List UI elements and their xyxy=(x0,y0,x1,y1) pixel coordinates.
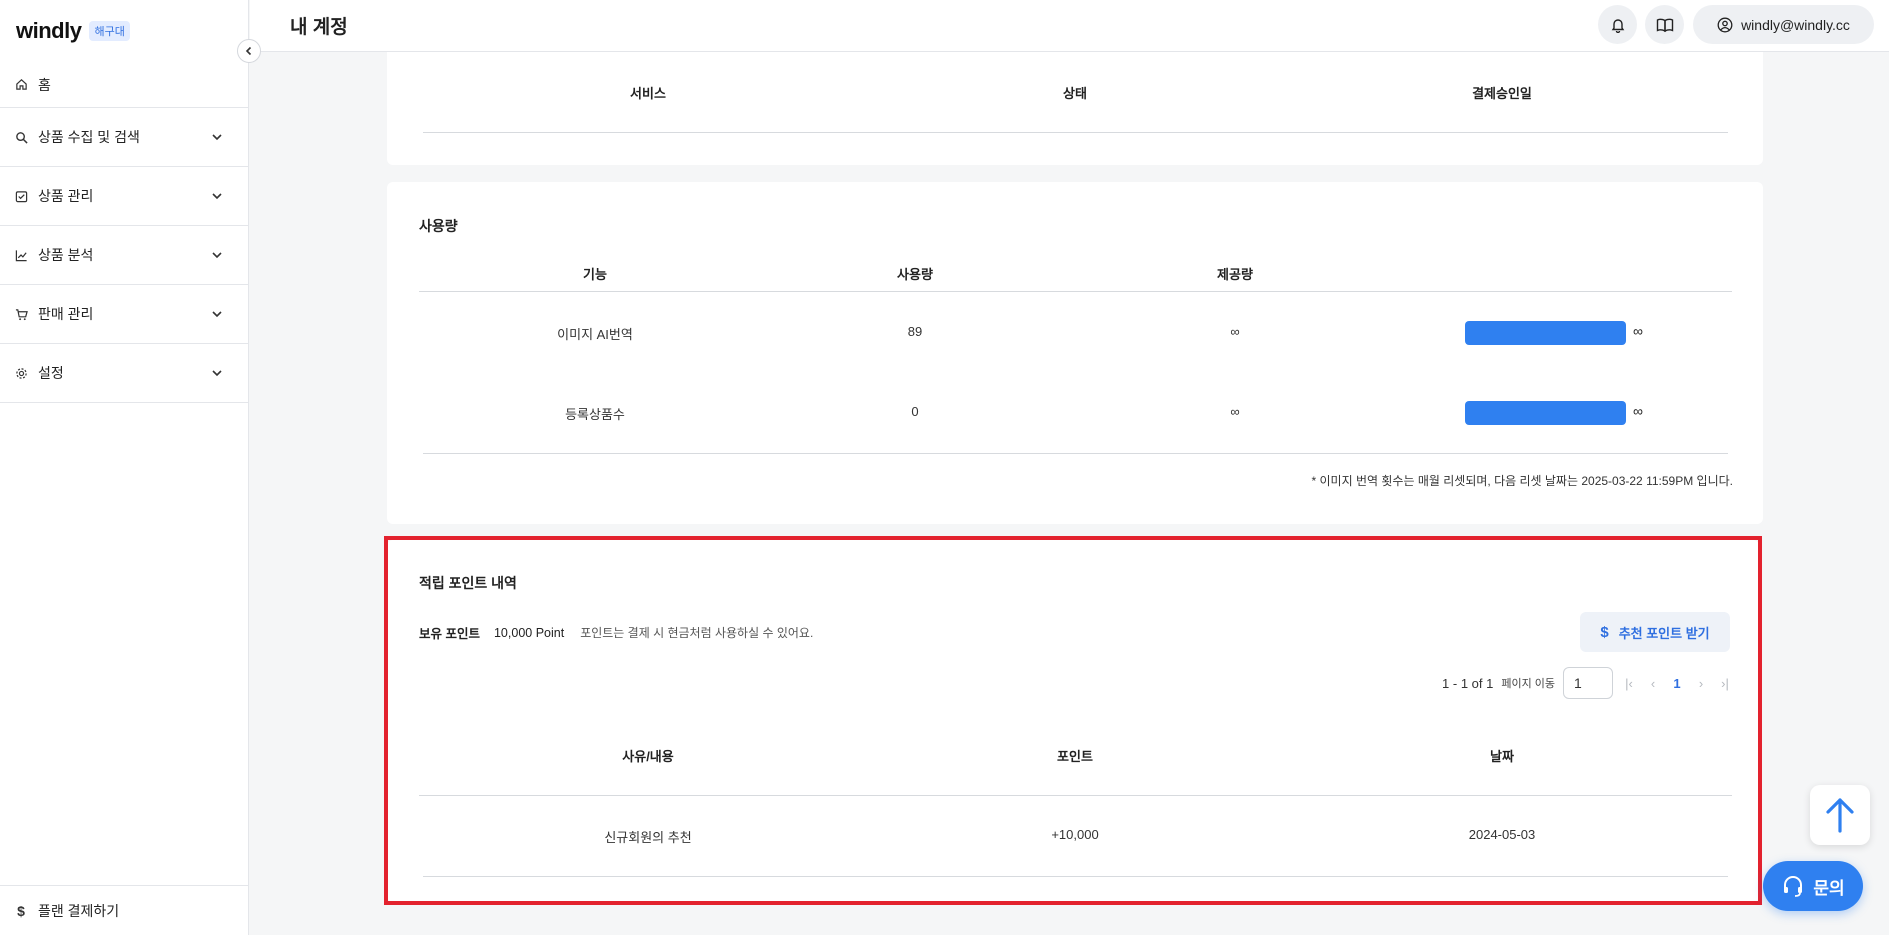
column-header-status: 상태 xyxy=(1063,86,1087,101)
reason-cell: 신규회원의 추천 xyxy=(604,830,692,845)
inquiry-label: 문의 xyxy=(1813,878,1845,898)
logo-badge: 해구대 xyxy=(89,21,130,41)
point-cell: +10,000 xyxy=(1051,827,1099,842)
sidebar: windly 해구대 홈 상품 수집 및 검색 상품 관리 상품 분석 판매 관… xyxy=(0,0,249,935)
sidebar-item-home[interactable]: 홈 xyxy=(0,62,248,108)
bell-icon xyxy=(1611,18,1624,33)
next-page-icon[interactable]: › xyxy=(1693,676,1709,691)
feature-name: 등록상품수 xyxy=(565,407,625,422)
chart-icon xyxy=(14,248,28,262)
sidebar-item-label: 판매 관리 xyxy=(38,306,94,322)
logo-row: windly 해구대 xyxy=(0,0,248,62)
inquiry-button[interactable]: 문의 xyxy=(1763,861,1863,911)
divider xyxy=(423,876,1728,877)
notification-button[interactable] xyxy=(1598,5,1637,44)
chevron-left-icon xyxy=(245,46,252,56)
usage-progress-bar xyxy=(1465,401,1626,425)
used-value: 0 xyxy=(911,404,919,419)
date-cell: 2024-05-03 xyxy=(1468,827,1536,842)
logo[interactable]: windly xyxy=(16,18,82,44)
prev-page-icon[interactable]: ‹ xyxy=(1645,676,1661,691)
chevron-down-icon xyxy=(210,366,224,380)
sidebar-item-sales-management[interactable]: 판매 관리 xyxy=(0,285,248,344)
search-icon xyxy=(14,130,28,144)
subscription-card: 서비스 상태 결제승인일 xyxy=(387,52,1763,165)
guide-button[interactable] xyxy=(1645,5,1684,44)
column-header-used: 사용량 xyxy=(897,267,933,282)
pagination: 1 - 1 of 1 페이지 이동 1 |‹ ‹ 1 › ›| xyxy=(1442,667,1733,699)
referral-points-button[interactable]: $ 추천 포인트 받기 xyxy=(1580,612,1730,652)
provided-value: ∞ xyxy=(1230,404,1240,419)
cart-icon xyxy=(14,307,28,321)
goto-page-input[interactable]: 1 xyxy=(1563,667,1613,699)
home-icon xyxy=(14,78,28,92)
arrow-up-icon xyxy=(1826,798,1854,833)
user-circle-icon xyxy=(1717,17,1733,32)
sidebar-item-label: 상품 관리 xyxy=(38,188,94,204)
sidebar-item-label: 상품 분석 xyxy=(38,247,94,263)
sidebar-item-settings[interactable]: 설정 xyxy=(0,344,248,403)
page-title: 내 계정 xyxy=(290,17,348,38)
usage-limit-label: ∞ xyxy=(1633,323,1643,339)
account-button[interactable]: windly@windly.cc xyxy=(1693,5,1874,44)
holding-points-value: 10,000 Point xyxy=(493,625,565,640)
usage-card: 사용량 기능 사용량 제공량 이미지 AI번역 89 ∞ ∞ 등록상품수 0 ∞… xyxy=(387,182,1763,524)
user-email: windly@windly.cc xyxy=(1741,16,1850,33)
referral-points-label: 추천 포인트 받기 xyxy=(1618,625,1710,641)
divider xyxy=(419,291,1732,292)
chevron-down-icon xyxy=(210,189,224,203)
sidebar-item-label: 플랜 결제하기 xyxy=(38,902,120,919)
gear-icon xyxy=(14,366,28,380)
usage-progress-bar xyxy=(1465,321,1626,345)
current-page[interactable]: 1 xyxy=(1669,676,1685,691)
goto-page-label: 페이지 이동 xyxy=(1501,678,1555,690)
points-title: 적립 포인트 내역 xyxy=(419,575,517,591)
column-header-provided: 제공량 xyxy=(1217,267,1253,282)
last-page-icon[interactable]: ›| xyxy=(1717,676,1733,691)
sidebar-item-product-management[interactable]: 상품 관리 xyxy=(0,167,248,226)
divider xyxy=(423,453,1728,454)
column-header-points: 포인트 xyxy=(1057,749,1093,764)
chevron-down-icon xyxy=(210,130,224,144)
checklist-icon xyxy=(14,189,28,203)
column-header-reason: 사유/내용 xyxy=(622,749,674,764)
sidebar-item-plan-payment[interactable]: $ 플랜 결제하기 xyxy=(0,885,249,935)
pagination-range: 1 - 1 of 1 xyxy=(1442,675,1494,691)
column-header-feature: 기능 xyxy=(583,267,607,282)
points-summary: 보유 포인트 10,000 Point 포인트는 결제 시 현금처럼 사용하실 … xyxy=(419,623,813,642)
chevron-down-icon xyxy=(210,248,224,262)
provided-value: ∞ xyxy=(1230,324,1240,339)
book-icon xyxy=(1656,18,1673,32)
sidebar-item-product-search[interactable]: 상품 수집 및 검색 xyxy=(0,108,248,167)
sidebar-item-label: 홈 xyxy=(38,76,51,93)
first-page-icon[interactable]: |‹ xyxy=(1621,676,1637,691)
column-header-date: 날짜 xyxy=(1490,749,1514,764)
dollar-icon: $ xyxy=(17,902,25,919)
chevron-down-icon xyxy=(210,307,224,321)
column-header-approval-date: 결제승인일 xyxy=(1472,86,1532,101)
headset-icon xyxy=(1784,876,1803,897)
sidebar-item-label: 설정 xyxy=(38,365,64,381)
top-header: 내 계정 windly@windly.cc xyxy=(250,0,1889,52)
sidebar-item-product-analysis[interactable]: 상품 분석 xyxy=(0,226,248,285)
points-hint: 포인트는 결제 시 현금처럼 사용하실 수 있어요. xyxy=(580,626,814,640)
dollar-icon: $ xyxy=(1600,623,1609,641)
scroll-top-button[interactable] xyxy=(1810,785,1870,845)
used-value: 89 xyxy=(907,324,923,339)
sidebar-item-label: 상품 수집 및 검색 xyxy=(38,129,140,145)
divider xyxy=(423,132,1728,133)
feature-name: 이미지 AI번역 xyxy=(557,327,633,342)
column-header-service: 서비스 xyxy=(630,86,666,101)
divider xyxy=(419,795,1732,796)
holding-points-label: 보유 포인트 xyxy=(419,627,480,641)
usage-title: 사용량 xyxy=(419,218,458,234)
usage-limit-label: ∞ xyxy=(1633,403,1643,419)
sidebar-collapse-button[interactable] xyxy=(237,39,261,63)
usage-reset-note: * 이미지 번역 횟수는 매월 리셋되며, 다음 리셋 날짜는 2025-03-… xyxy=(1311,474,1734,488)
points-history-card: 적립 포인트 내역 보유 포인트 10,000 Point 포인트는 결제 시 … xyxy=(387,540,1759,902)
